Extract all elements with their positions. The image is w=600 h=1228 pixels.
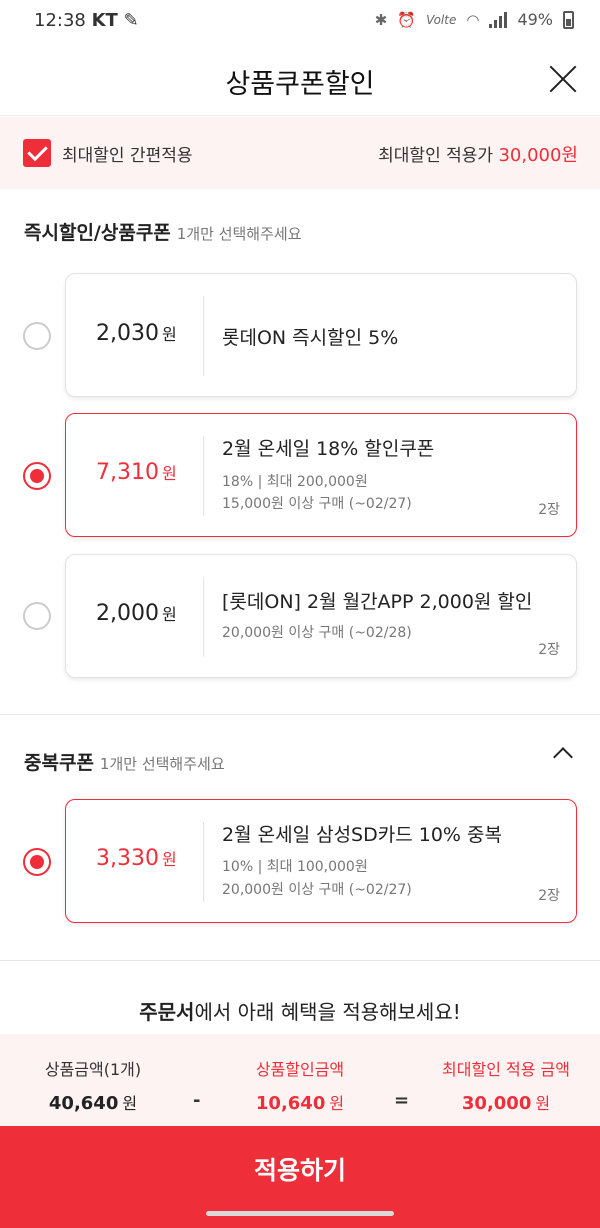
coupon-name: 2월 온세일 18% 할인쿠폰 <box>222 438 435 460</box>
minus-sign: - <box>193 1090 201 1111</box>
coupon-radio-3[interactable] <box>23 602 51 630</box>
wifi-icon: ◠ <box>466 10 480 29</box>
bluetooth-icon: ✱ <box>374 10 388 29</box>
instant-section-title: 즉시할인/상품쿠폰 1개만 선택해주세요 <box>24 222 302 244</box>
product-price: 상품금액(1개) 40,640 원 <box>44 1060 142 1114</box>
price-summary: 상품금액(1개) 40,640 원 - 상품할인금액 10,640 원 = 최대할인… <box>0 1034 600 1126</box>
coupon-quantity: 2장 <box>538 502 560 518</box>
promo-text: 주문서에서 아래 혜택을 적용해보세요! <box>139 1000 461 1024</box>
coupon-expiry: 15,000원 이상 구매 (~02/27) <box>222 496 412 512</box>
section-divider <box>0 714 600 715</box>
max-discount-bar: 최대할인 간편적용 최대할인 적용가 30,000원 <box>0 117 600 189</box>
coupon-radio-1[interactable] <box>23 322 51 350</box>
stack-coupon-radio-1[interactable] <box>23 848 51 876</box>
coupon-expiry: 20,000원 이상 구매 (~02/27) <box>222 882 412 898</box>
coupon-amount: 2,030 원 <box>96 321 177 346</box>
discount-price: 상품할인금액 10,640 원 <box>255 1060 345 1114</box>
status-icons: ✱ ⏰ Volte ◠ 49% <box>375 10 574 29</box>
coupon-quantity: 2장 <box>538 888 560 904</box>
coupon-condition: 18% | 최대 200,000원 <box>222 474 368 490</box>
divider <box>203 436 204 516</box>
alarm-icon: ⏰ <box>397 10 417 29</box>
status-time: 12:38 KT ✎ <box>34 10 139 31</box>
divider <box>203 577 204 657</box>
coupon-card-3[interactable]: 2,000 원 [롯데ON] 2월 월간APP 2,000원 할인 20,000원… <box>65 554 577 678</box>
coupon-card-1[interactable]: 2,030 원 롯데ON 즉시할인 5% <box>65 273 577 397</box>
pen-icon: ✎ <box>123 10 139 31</box>
max-discount-label[interactable]: 최대할인 간편적용 <box>62 141 193 166</box>
coupon-amount: 2,000 원 <box>96 601 177 626</box>
max-discount-checkbox[interactable] <box>23 139 51 167</box>
final-price: 최대할인 적용 금액 30,000 원 <box>442 1060 570 1114</box>
coupon-name: [롯데ON] 2월 월간APP 2,000원 할인 <box>222 591 533 613</box>
signal-icon <box>489 11 508 28</box>
coupon-card-2[interactable]: 7,310 원 2월 온세일 18% 할인쿠폰 18% | 최대 200,000원… <box>65 413 577 537</box>
coupon-expiry: 20,000원 이상 구매 (~02/28) <box>222 625 412 641</box>
close-icon[interactable] <box>548 64 578 94</box>
status-bar: 12:38 KT ✎ ✱ ⏰ Volte ◠ 49% <box>0 0 600 44</box>
max-discount-price: 최대할인 적용가 30,000원 <box>378 145 578 166</box>
apply-button-label: 적용하기 <box>253 1156 346 1185</box>
divider <box>203 822 204 902</box>
coupon-radio-2[interactable] <box>23 462 51 490</box>
chevron-up-icon[interactable] <box>553 747 573 767</box>
battery-percent: 49% <box>517 10 553 29</box>
equals-sign: = <box>394 1090 410 1111</box>
volte-icon: Volte <box>426 12 457 27</box>
coupon-amount: 7,310 원 <box>96 460 177 485</box>
coupon-condition: 10% | 최대 100,000원 <box>222 859 368 875</box>
divider <box>203 296 204 376</box>
coupon-name: 롯데ON 즉시할인 5% <box>222 327 399 349</box>
modal-header: 상품쿠폰할인 <box>0 44 600 116</box>
stack-section-title: 중복쿠폰 1개만 선택해주세요 <box>24 752 225 774</box>
stack-coupon-card-1[interactable]: 3,330 원 2월 온세일 삼성SD카드 10% 중복 10% | 최대 100… <box>65 799 577 923</box>
coupon-amount: 3,330 원 <box>96 846 177 871</box>
section-divider <box>0 960 600 961</box>
coupon-quantity: 2장 <box>538 642 560 658</box>
battery-icon <box>563 10 574 29</box>
coupon-name: 2월 온세일 삼성SD카드 10% 중복 <box>222 824 502 846</box>
home-indicator[interactable] <box>206 1211 394 1216</box>
page-title: 상품쿠폰할인 <box>225 69 375 100</box>
